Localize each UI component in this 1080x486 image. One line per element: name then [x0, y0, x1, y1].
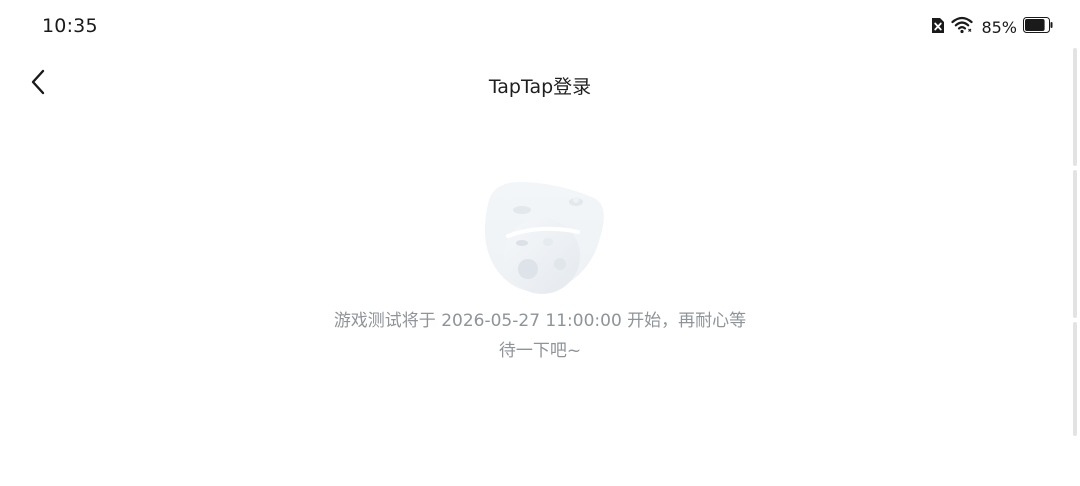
page-header: TapTap登录	[0, 58, 1080, 110]
status-bar: 10:35 85%	[0, 0, 1080, 54]
wifi-icon	[951, 16, 974, 38]
planet-illustration	[470, 176, 610, 298]
scrollbar[interactable]	[1073, 48, 1078, 436]
battery-icon	[1023, 17, 1053, 37]
page-title: TapTap登录	[488, 76, 592, 98]
status-icons: 85%	[931, 16, 1053, 38]
battery-percent: 85%	[981, 17, 1017, 37]
status-time: 10:35	[42, 15, 98, 37]
status-message: 游戏测试将于 2026-05-27 11:00:00 开始，再耐心等待一下吧~	[333, 311, 747, 361]
sim-blocked-icon	[931, 17, 945, 38]
